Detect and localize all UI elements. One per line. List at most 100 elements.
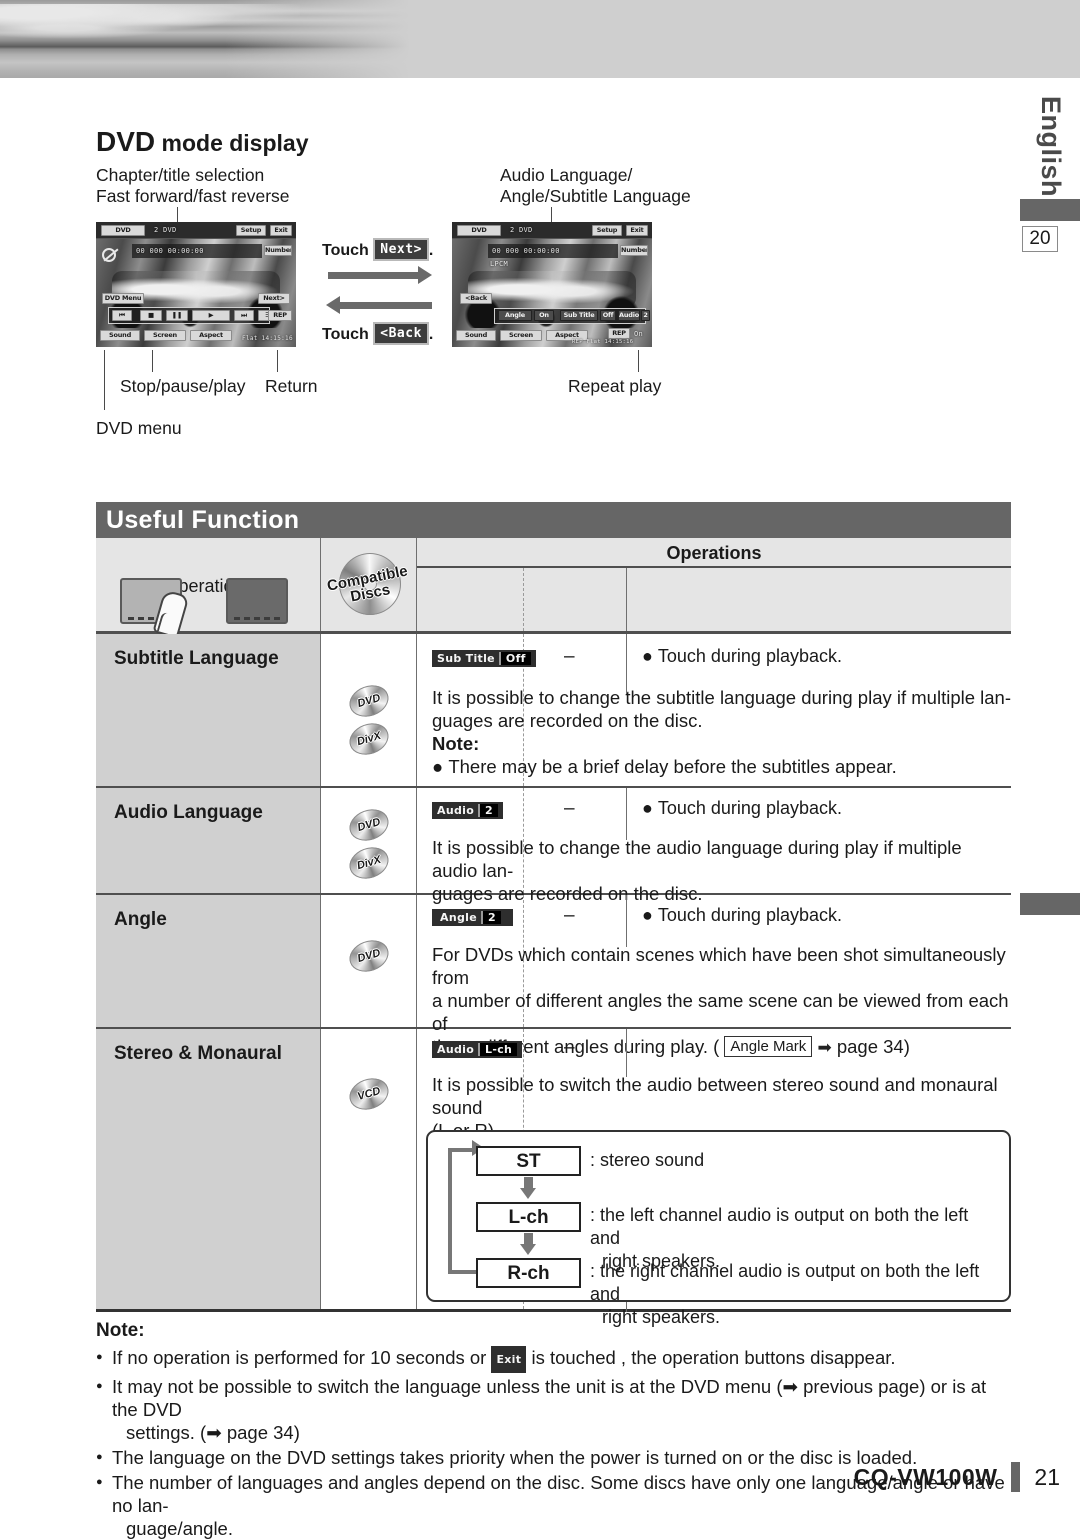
screen1-pause-button[interactable]: ❚❚ — [166, 310, 188, 321]
notes-block: Note: If no operation is performed for 1… — [96, 1320, 1016, 1540]
screen2-subtitle-value[interactable]: Off — [600, 310, 616, 321]
model-number: CQ-VW100W — [853, 1463, 998, 1490]
page-number: 21 — [1034, 1463, 1060, 1490]
screen2-setup-button[interactable]: Setup — [592, 225, 622, 236]
row2-dash: – — [564, 798, 575, 819]
language-tab: English — [1036, 96, 1066, 198]
disc-icon-dvd: DVD — [345, 680, 393, 722]
flow-desc-rch: : the right channel audio is output on b… — [590, 1261, 980, 1327]
table-row: Audio Language DVD DivX Audio 2 – ● Touch… — [96, 788, 1011, 904]
row1-touch-note: ● Touch during playback. — [642, 646, 842, 666]
disc-icon-dvd: DVD — [345, 935, 393, 977]
touch-back-instruction: Touch <Back. — [322, 322, 433, 345]
screen1-setup-button[interactable]: Setup — [236, 225, 266, 236]
row4-disc-icons: VCD — [321, 1073, 417, 1115]
screen2-source-button[interactable]: DVD — [457, 225, 501, 236]
screen2-audio-label[interactable]: Audio — [618, 310, 640, 321]
next-keycap: Next> — [373, 238, 429, 261]
row4-label-cell — [96, 1029, 321, 1309]
list-item: It may not be possible to switch the lan… — [96, 1375, 1016, 1444]
flow-key-lch: L-ch — [476, 1202, 581, 1232]
screen2-back-button[interactable]: <Back — [460, 293, 492, 304]
row4-solid-divider — [626, 1029, 627, 1077]
screen2-angle-label[interactable]: Angle — [498, 310, 532, 321]
screen2-number-button[interactable]: Number — [620, 245, 648, 256]
row2-disc-icons: DVD DivX — [321, 804, 417, 884]
section-tab-marker-bottom — [1020, 893, 1080, 915]
header-operation-icons — [96, 570, 1011, 639]
row2-chip[interactable]: Audio 2 — [432, 802, 504, 820]
list-item: If no operation is performed for 10 seco… — [96, 1346, 1016, 1373]
flow-key-st: ST — [476, 1146, 581, 1176]
flow-arrow-2 — [520, 1244, 536, 1255]
screen1-status: Flat 14:15:16 — [242, 335, 293, 342]
row4-disc-cell — [321, 1029, 417, 1309]
row-title-stereo-monaural: Stereo & Monaural — [114, 1043, 282, 1064]
leader-line-return — [277, 350, 278, 372]
leader-line-chapter — [177, 207, 178, 223]
screen1-rep-button[interactable]: REP — [268, 310, 292, 321]
seascape-photo — [0, 0, 410, 78]
screen1-play-button[interactable]: ▶ — [192, 310, 230, 321]
header-dashed-divider — [523, 568, 524, 631]
page-footer: CQ-VW100W 21 — [854, 1462, 1060, 1492]
row3-touch-note: ● Touch during playback. — [642, 905, 842, 925]
screen1-number-button[interactable]: Number — [264, 245, 292, 256]
screen1-screen-button[interactable]: Screen — [144, 330, 186, 341]
row4-chip[interactable]: Audio L-ch — [432, 1041, 523, 1059]
header-decorative-band — [0, 0, 1080, 78]
arrow-back-line — [340, 302, 432, 309]
screen2-subtitle-label[interactable]: Sub Title — [560, 310, 598, 321]
callout-return: Return — [265, 376, 318, 396]
screen2-osd-text: 00 000 00:00:00 — [492, 247, 560, 255]
header-operations-group-label: Operations — [417, 538, 1011, 568]
callout-audio-angle-subtitle: Audio Language/ Angle/Subtitle Language — [500, 165, 691, 206]
row-title-angle: Angle — [114, 909, 167, 930]
row3-chip[interactable]: Angle 2 — [432, 909, 513, 927]
screen2-screen-button[interactable]: Screen — [500, 330, 542, 341]
disc-icon-dvd: DVD — [345, 804, 393, 846]
useful-function-banner-label: Useful Function — [106, 506, 300, 534]
arrow-forward-head — [418, 266, 432, 284]
row1-body: It is possible to change the subtitle la… — [432, 687, 1011, 777]
useful-function-table: Operations Operations Compatible Discs S… — [96, 538, 1011, 1327]
disc-icon-vcd: VCD — [345, 1073, 393, 1115]
row4-dash: – — [564, 1037, 575, 1058]
screen1-stop-button[interactable]: ■ — [140, 310, 162, 321]
screen2-rep-button[interactable]: REP — [608, 328, 630, 339]
screen1-sound-button[interactable]: Sound — [100, 330, 140, 341]
dvd-screen-page2: DVD 2 DVD Setup Exit 00 000 00:00:00 Num… — [452, 222, 652, 347]
flow-loop-path — [448, 1148, 476, 1274]
screen1-next-button[interactable]: Next> — [258, 293, 290, 304]
screen2-angle-value[interactable]: On — [534, 310, 554, 321]
screen2-disc-info: 2 DVD — [510, 226, 533, 234]
leader-line-repeat — [638, 350, 639, 372]
screen2-sound-button[interactable]: Sound — [456, 330, 496, 341]
header-solid-divider — [626, 568, 627, 631]
callout-chapter-title-selection: Chapter/title selection Fast forward/fas… — [96, 165, 290, 206]
screen2-rep-value: On — [634, 330, 644, 338]
callout-stop-pause-play: Stop/pause/play — [120, 376, 246, 396]
table-row: Stereo & Monaural VCD Audio L-ch – It is … — [96, 1029, 1011, 1327]
row-title-subtitle-language: Subtitle Language — [114, 648, 279, 669]
stereo-monaural-flow-diagram: ST : stereo sound L-ch : the left channe… — [426, 1130, 1011, 1327]
notes-list: If no operation is performed for 10 seco… — [96, 1346, 1016, 1540]
section-tab-marker-top — [1020, 199, 1080, 221]
row1-chip[interactable]: Sub Title Off — [432, 650, 536, 668]
row2-solid-divider — [626, 788, 627, 840]
screen1-dvd-menu-button[interactable]: DVD Menu — [102, 293, 144, 304]
row1-note-label: Note: — [432, 733, 480, 754]
table-header-row: Operations Operations Compatible Discs — [96, 538, 1011, 639]
screen1-aspect-button[interactable]: Aspect — [190, 330, 232, 341]
screen1-next-track-button[interactable]: ⏭ — [234, 310, 254, 321]
flow-key-rch: R-ch — [476, 1258, 581, 1288]
page-title-rest: mode display — [161, 130, 309, 156]
screen1-exit-button[interactable]: Exit — [270, 225, 292, 236]
screen2-audio-value[interactable]: 2 — [641, 310, 650, 321]
screen1-prev-track-button[interactable]: ⏮ — [112, 310, 132, 321]
screen1-source-button[interactable]: DVD — [101, 225, 145, 236]
callout-dvd-menu: DVD menu — [96, 418, 182, 438]
table-row: Angle DVD Angle 2 – ● Touch during playba… — [96, 895, 1011, 1057]
screen2-exit-button[interactable]: Exit — [626, 225, 648, 236]
table-row: Subtitle Language DVD DivX Sub Title Off … — [96, 634, 1011, 788]
